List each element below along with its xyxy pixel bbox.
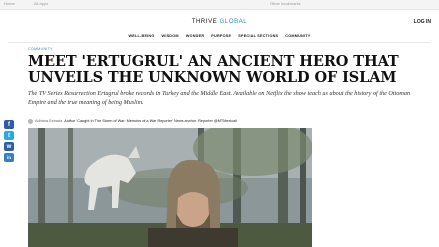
site-logo[interactable]: THRIVE GLOBAL (0, 19, 439, 25)
nav-divider (8, 42, 431, 43)
facebook-share-button[interactable]: f (4, 120, 14, 129)
linkedin-share-button[interactable]: in (4, 153, 14, 162)
article-dek: The TV Series Resurrection Ertugrul brok… (28, 90, 411, 106)
login-link[interactable]: LOG IN (414, 19, 431, 25)
avatar[interactable] (28, 118, 33, 124)
author-byline: Adriana Estrada Author 'Caught In The St… (28, 118, 237, 124)
browser-bookmarks-bar: Home All apps Other bookmarks (0, 0, 439, 10)
article-headline: MEET 'ERTUGRUL' AN ANCIENT HERO THAT UNV… (28, 53, 399, 86)
linkedin-icon: in (7, 155, 11, 160)
twitter-icon: t (8, 132, 10, 139)
share-bar: f t w in (4, 120, 14, 162)
nav-item-special-sections[interactable]: SPECIAL SECTIONS (238, 34, 278, 38)
article-category[interactable]: COMMUNITY (28, 47, 53, 51)
whatsapp-icon: w (6, 143, 12, 150)
whatsapp-share-button[interactable]: w (4, 142, 14, 151)
main-nav: WELL-BEING WISDOM WONDER PURPOSE SPECIAL… (0, 34, 439, 38)
twitter-share-button[interactable]: t (4, 131, 14, 140)
nav-item-well-being[interactable]: WELL-BEING (128, 34, 154, 38)
bookmark-other[interactable]: Other bookmarks (270, 1, 301, 6)
author-name[interactable]: Adriana Estrada (35, 119, 62, 123)
hero-image-illustration (28, 128, 312, 247)
author-bio: Author 'Caught In The Storm of War: Memo… (64, 119, 237, 123)
logo-main-text: THRIVE (191, 19, 218, 25)
bookmark-home[interactable]: Home (4, 1, 15, 6)
nav-item-community[interactable]: COMMUNITY (285, 34, 310, 38)
bookmark-all-apps[interactable]: All apps (34, 1, 48, 6)
nav-item-wisdom[interactable]: WISDOM (162, 34, 179, 38)
facebook-icon: f (8, 121, 10, 128)
nav-item-purpose[interactable]: PURPOSE (211, 34, 231, 38)
nav-item-wonder[interactable]: WONDER (186, 34, 205, 38)
hero-image (28, 128, 312, 247)
logo-accent-text: GLOBAL (219, 19, 248, 25)
